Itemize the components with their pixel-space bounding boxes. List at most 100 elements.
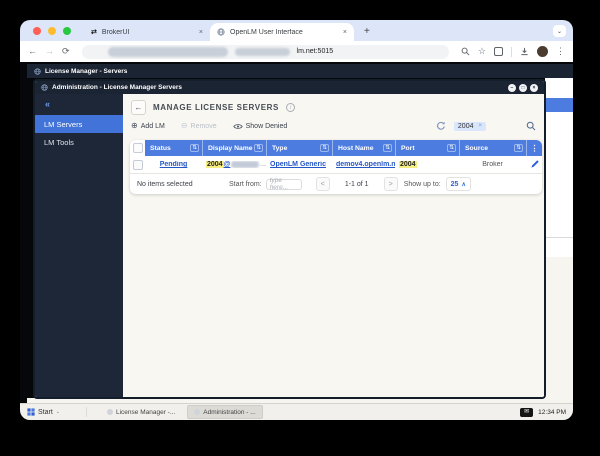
start-from-input[interactable]: type here... bbox=[265, 177, 302, 191]
remove-button[interactable]: ⊖ Remove bbox=[181, 122, 217, 130]
bookmark-star-icon[interactable]: ☆ bbox=[478, 47, 486, 56]
window-close-icon[interactable]: × bbox=[530, 83, 538, 92]
browser-window: ⇄ BrokerUI × OpenLM User Interface × + ⌄… bbox=[20, 20, 573, 420]
minimize-window-button[interactable] bbox=[48, 27, 56, 35]
taskbar-item-license-manager[interactable]: License Manager -... bbox=[101, 406, 181, 418]
tab-strip: ⇄ BrokerUI × OpenLM User Interface × + ⌄ bbox=[20, 20, 573, 41]
close-window-button[interactable] bbox=[33, 27, 41, 35]
sort-icon[interactable]: ⇅ bbox=[190, 144, 199, 152]
outer-window-page-sliver bbox=[545, 78, 573, 403]
row-checkbox[interactable] bbox=[132, 159, 143, 170]
sidebar-collapse-icon[interactable]: « bbox=[35, 94, 123, 115]
tab-openlm-user-interface[interactable]: OpenLM User Interface × bbox=[210, 23, 354, 41]
browser-menu-kebab-icon[interactable]: ⋮ bbox=[556, 46, 565, 57]
sort-icon[interactable]: ⇅ bbox=[514, 144, 523, 152]
column-header-type[interactable]: Type ⇅ bbox=[266, 140, 332, 156]
sort-icon[interactable]: ⇅ bbox=[320, 144, 329, 152]
sidebar-item-lm-servers[interactable]: LM Servers bbox=[35, 115, 123, 133]
reload-icon[interactable]: ⟳ bbox=[62, 47, 70, 56]
search-chip-value: 2004 bbox=[457, 122, 474, 130]
table-row[interactable]: Pending 2004 @ ... OpenLM Generic demov4… bbox=[130, 156, 542, 173]
table-options-kebab-icon[interactable]: ⋮ bbox=[526, 140, 542, 156]
tab-brokerui[interactable]: ⇄ BrokerUI × bbox=[84, 23, 210, 41]
source-value: Broker bbox=[482, 161, 503, 168]
cell-display-name: 2004 @ ... bbox=[202, 161, 266, 168]
column-header-display-name[interactable]: Display Name ⇅ bbox=[202, 140, 266, 156]
start-chevron-icon: ⌄ bbox=[55, 409, 60, 415]
taskbar-item-administration[interactable]: Administration - ... bbox=[187, 405, 263, 419]
sidebar: « LM Servers LM Tools bbox=[35, 94, 123, 397]
search-icon[interactable] bbox=[526, 121, 536, 131]
remove-label: Remove bbox=[190, 122, 217, 130]
page-size-select[interactable]: 25 ∧ bbox=[445, 177, 471, 191]
select-all-checkbox[interactable] bbox=[132, 143, 143, 153]
outer-window-title: License Manager - Servers bbox=[45, 67, 128, 75]
window-maximize-icon[interactable]: □ bbox=[519, 83, 527, 92]
close-tab-icon[interactable]: × bbox=[199, 29, 203, 36]
column-label: Port bbox=[401, 144, 415, 152]
forward-icon[interactable]: → bbox=[45, 47, 54, 56]
highlighted-match: 2004 bbox=[206, 161, 224, 168]
inner-window-titlebar[interactable]: Administration - License Manager Servers… bbox=[35, 81, 544, 94]
zoom-page-icon[interactable] bbox=[461, 47, 470, 56]
clear-filter-icon[interactable]: × bbox=[478, 123, 482, 129]
sort-icon[interactable]: ⇅ bbox=[254, 144, 263, 152]
task-window-icon bbox=[194, 409, 201, 415]
search-zone: 2004 × bbox=[436, 121, 536, 131]
column-header-source[interactable]: Source ⇅ bbox=[459, 140, 526, 156]
show-up-to-label: Show up to: bbox=[403, 180, 441, 188]
profile-avatar[interactable] bbox=[537, 46, 548, 57]
column-header-port[interactable]: Port ⇅ bbox=[395, 140, 459, 156]
host-link[interactable]: demov4.openlm.net bbox=[336, 161, 395, 168]
globe-favicon-icon bbox=[217, 28, 225, 36]
column-header-status[interactable]: Status ⇅ bbox=[145, 140, 202, 156]
mail-icon[interactable]: ✉ bbox=[520, 407, 534, 417]
extensions-icon[interactable] bbox=[494, 47, 503, 56]
show-denied-label: Show Denied bbox=[245, 122, 288, 130]
address-bar[interactable]: lm.net:5015 bbox=[81, 44, 449, 59]
window-minimize-icon[interactable]: − bbox=[508, 83, 516, 92]
page-viewport: License Manager - Servers Administration… bbox=[20, 62, 573, 420]
sort-icon[interactable]: ⇅ bbox=[383, 144, 392, 152]
search-filter-chip[interactable]: 2004 × bbox=[453, 121, 486, 131]
back-button[interactable]: ← bbox=[131, 100, 146, 115]
start-button[interactable]: Start ⌄ bbox=[27, 408, 60, 416]
edit-pencil-icon[interactable] bbox=[530, 160, 539, 169]
macos-traffic-lights[interactable] bbox=[33, 27, 71, 35]
outer-window-titlebar[interactable]: License Manager - Servers bbox=[27, 64, 573, 78]
refresh-icon[interactable] bbox=[436, 121, 446, 131]
taskbar-item-label: Administration - ... bbox=[203, 408, 256, 416]
sort-icon[interactable]: ⇅ bbox=[447, 144, 456, 152]
outer-page-blue-row bbox=[545, 98, 573, 112]
downloads-icon[interactable] bbox=[520, 47, 529, 56]
zoom-window-button[interactable] bbox=[63, 27, 71, 35]
type-link[interactable]: OpenLM Generic bbox=[270, 161, 326, 168]
sidebar-item-label: LM Servers bbox=[44, 119, 83, 129]
show-denied-button[interactable]: Show Denied bbox=[232, 122, 288, 130]
inner-window-title: Administration - License Manager Servers bbox=[52, 84, 183, 91]
page-size-value: 25 bbox=[450, 180, 459, 188]
eye-icon bbox=[232, 123, 243, 130]
taskbar-item-label: License Manager -... bbox=[116, 408, 176, 416]
back-icon[interactable]: ← bbox=[28, 47, 37, 56]
next-page-button[interactable]: > bbox=[383, 177, 398, 191]
column-header-host-name[interactable]: Host Name ⇅ bbox=[332, 140, 395, 156]
panel-toolbar: ⊕ Add LM ⊖ Remove Show Denied 2004 × bbox=[123, 117, 544, 136]
prev-page-button[interactable]: < bbox=[315, 177, 330, 191]
window-app-icon bbox=[34, 67, 41, 75]
display-name-at: @ bbox=[223, 161, 231, 168]
tab-label: OpenLM User Interface bbox=[230, 28, 303, 36]
status-link[interactable]: Pending bbox=[160, 161, 188, 168]
cell-port: 2004 bbox=[395, 161, 459, 168]
sidebar-item-lm-tools[interactable]: LM Tools bbox=[35, 133, 123, 151]
add-lm-label: Add LM bbox=[140, 122, 165, 130]
redacted-display-name bbox=[231, 161, 260, 168]
add-lm-button[interactable]: ⊕ Add LM bbox=[131, 122, 165, 130]
new-tab-button[interactable]: + bbox=[364, 26, 370, 37]
tab-overflow-chevron-icon[interactable]: ⌄ bbox=[553, 25, 566, 37]
main-panel: ← MANAGE LICENSE SERVERS i ⊕ Add LM ⊖ Re… bbox=[123, 94, 544, 397]
toolbar-divider bbox=[511, 46, 512, 57]
page-title: MANAGE LICENSE SERVERS bbox=[153, 103, 279, 112]
close-tab-icon[interactable]: × bbox=[343, 29, 347, 36]
info-icon[interactable]: i bbox=[285, 103, 295, 112]
